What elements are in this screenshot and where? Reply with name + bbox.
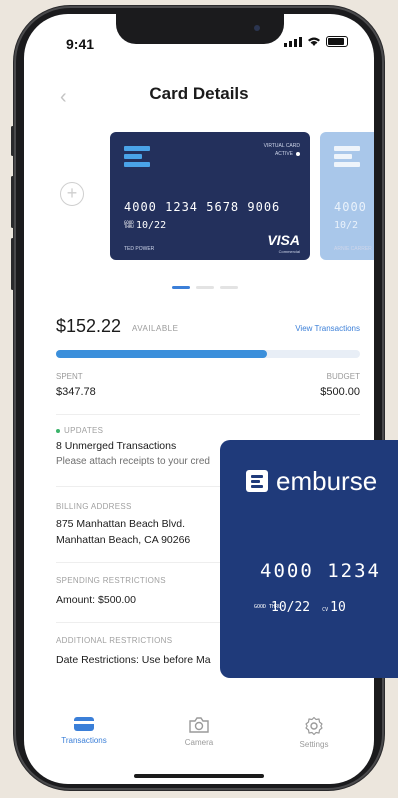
additional-label: ADDITIONAL RESTRICTIONS bbox=[56, 636, 173, 645]
promo-card-expiry: GOOD THRU10/22 CV 10 bbox=[254, 600, 346, 615]
billing-line1: 875 Manhattan Beach Blvd. bbox=[56, 518, 186, 530]
wifi-icon bbox=[308, 37, 320, 46]
promo-card: emburse 4000 1234 GOOD THRU10/22 CV 10 bbox=[220, 440, 398, 678]
available-label: AVAILABLE bbox=[132, 324, 179, 333]
updates-sub: Please attach receipts to your cred bbox=[56, 456, 210, 467]
card-icon bbox=[74, 717, 94, 731]
add-card-icon[interactable]: + bbox=[60, 182, 84, 206]
billing-line2: Manhattan Beach, CA 90266 bbox=[56, 534, 191, 546]
emburse-logo-icon bbox=[124, 146, 150, 170]
spent-label: SPENT bbox=[56, 372, 83, 381]
pager-dot[interactable] bbox=[196, 286, 214, 289]
emburse-logo-icon bbox=[334, 146, 360, 170]
updates-dot-icon bbox=[56, 428, 60, 433]
tab-camera[interactable]: Camera bbox=[159, 716, 239, 747]
pager-dot-active[interactable] bbox=[172, 286, 190, 289]
updates-label-text: UPDATES bbox=[64, 426, 104, 435]
promo-brand: emburse bbox=[276, 466, 378, 496]
status-icons bbox=[284, 36, 348, 47]
spending-label: SPENDING RESTRICTIONS bbox=[56, 576, 166, 585]
volume-down-button bbox=[11, 238, 14, 290]
spending-line: Amount: $500.00 bbox=[56, 594, 136, 606]
front-camera bbox=[254, 25, 260, 31]
next-card-preview[interactable]: 4000 10/2 ARNIE CARRER bbox=[320, 132, 374, 260]
tab-transactions[interactable]: Transactions bbox=[44, 716, 124, 745]
next-card-number: 4000 bbox=[334, 200, 367, 214]
card-status-text: ACTIVE bbox=[274, 151, 293, 157]
mute-switch bbox=[11, 126, 14, 156]
signal-icon bbox=[284, 37, 302, 47]
tab-settings-label: Settings bbox=[299, 740, 329, 749]
additional-line: Date Restrictions: Use before Ma bbox=[56, 654, 211, 666]
card-number: 4000 1234 5678 9006 bbox=[124, 200, 281, 214]
tab-transactions-label: Transactions bbox=[61, 736, 107, 745]
visa-logo: VISA bbox=[267, 232, 300, 248]
budget-label: BUDGET bbox=[326, 372, 360, 381]
next-card-expiry: 10/2 bbox=[334, 220, 359, 231]
card-expiry-value: 10/22 bbox=[136, 220, 167, 231]
divider bbox=[56, 414, 360, 415]
promo-cv-label: CV bbox=[322, 607, 329, 613]
virtual-card[interactable]: VIRTUAL CARD ACTIVE 4000 1234 5678 9006 … bbox=[110, 132, 310, 260]
camera-icon bbox=[189, 717, 209, 733]
card-holder: TED POWER bbox=[124, 246, 155, 252]
promo-cv-value: 10 bbox=[330, 600, 346, 615]
page-title: Card Details bbox=[149, 84, 249, 103]
budget-progress-bar bbox=[56, 350, 360, 358]
pager-dot[interactable] bbox=[220, 286, 238, 289]
tab-settings[interactable]: Settings bbox=[274, 716, 354, 749]
promo-good-thru-label: GOOD THRU bbox=[254, 604, 282, 610]
active-dot-icon bbox=[296, 151, 300, 156]
spent-value: $347.78 bbox=[56, 386, 96, 398]
gear-icon bbox=[305, 716, 323, 736]
budget-value: $500.00 bbox=[320, 386, 360, 398]
home-indicator[interactable] bbox=[134, 774, 264, 778]
promo-expiry-value: 10/22 bbox=[271, 600, 311, 615]
tab-bar: Transactions Camera Settings bbox=[24, 716, 374, 776]
updates-label: UPDATES bbox=[56, 426, 103, 435]
available-amount: $152.22 bbox=[56, 316, 122, 336]
next-card-holder: ARNIE CARRER bbox=[334, 246, 372, 252]
visa-sub-label: Commercial bbox=[278, 249, 300, 254]
notch bbox=[116, 14, 284, 44]
budget-progress-fill bbox=[56, 350, 268, 358]
updates-line[interactable]: 8 Unmerged Transactions bbox=[56, 440, 176, 452]
card-pager[interactable] bbox=[172, 286, 238, 289]
status-time: 9:41 bbox=[66, 36, 95, 52]
battery-icon bbox=[326, 36, 348, 47]
virtual-card-label: VIRTUAL CARD bbox=[263, 143, 300, 149]
good-thru-label: GOOD THRU bbox=[124, 220, 134, 229]
card-expiry: GOOD THRU 10/22 bbox=[124, 220, 166, 231]
emburse-logo-icon bbox=[246, 470, 268, 492]
card-status: VIRTUAL CARD ACTIVE bbox=[264, 142, 300, 158]
billing-label: BILLING ADDRESS bbox=[56, 502, 132, 511]
promo-card-number: 4000 1234 bbox=[260, 560, 381, 582]
tab-camera-label: Camera bbox=[184, 738, 214, 747]
volume-up-button bbox=[11, 176, 14, 228]
view-transactions-link[interactable]: View Transactions bbox=[295, 324, 360, 333]
